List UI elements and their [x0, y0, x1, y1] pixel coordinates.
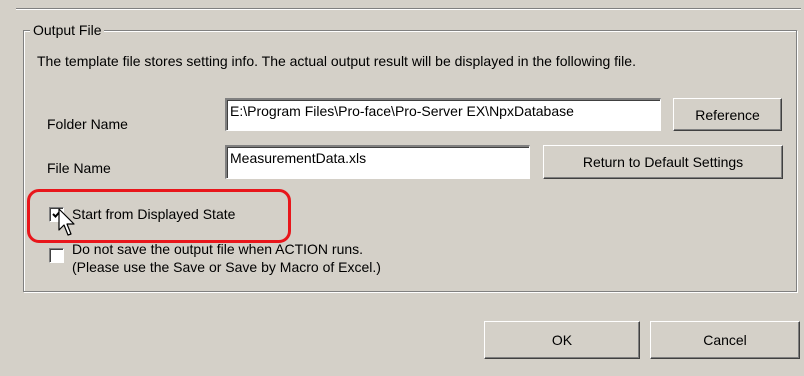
folder-name-label: Folder Name: [47, 116, 128, 132]
no-save-label-line2: (Please use the Save or Save by Macro of…: [72, 259, 381, 275]
reference-button[interactable]: Reference: [673, 98, 782, 131]
mouse-pointer-icon: [58, 208, 75, 236]
no-save-checkbox[interactable]: [49, 248, 64, 263]
file-name-label: File Name: [47, 160, 111, 176]
groupbox-description: The template file stores setting info. T…: [37, 53, 636, 69]
return-to-default-button[interactable]: Return to Default Settings: [543, 145, 783, 179]
no-save-label[interactable]: Do not save the output file when ACTION …: [72, 240, 381, 276]
ok-button[interactable]: OK: [484, 321, 640, 359]
folder-name-input[interactable]: E:\Program Files\Pro-face\Pro-Server EX\…: [225, 98, 661, 131]
top-separator: [16, 0, 801, 9]
cancel-button[interactable]: Cancel: [650, 321, 800, 359]
file-name-input[interactable]: MeasurementData.xls: [225, 145, 530, 179]
groupbox-title: Output File: [30, 22, 105, 38]
